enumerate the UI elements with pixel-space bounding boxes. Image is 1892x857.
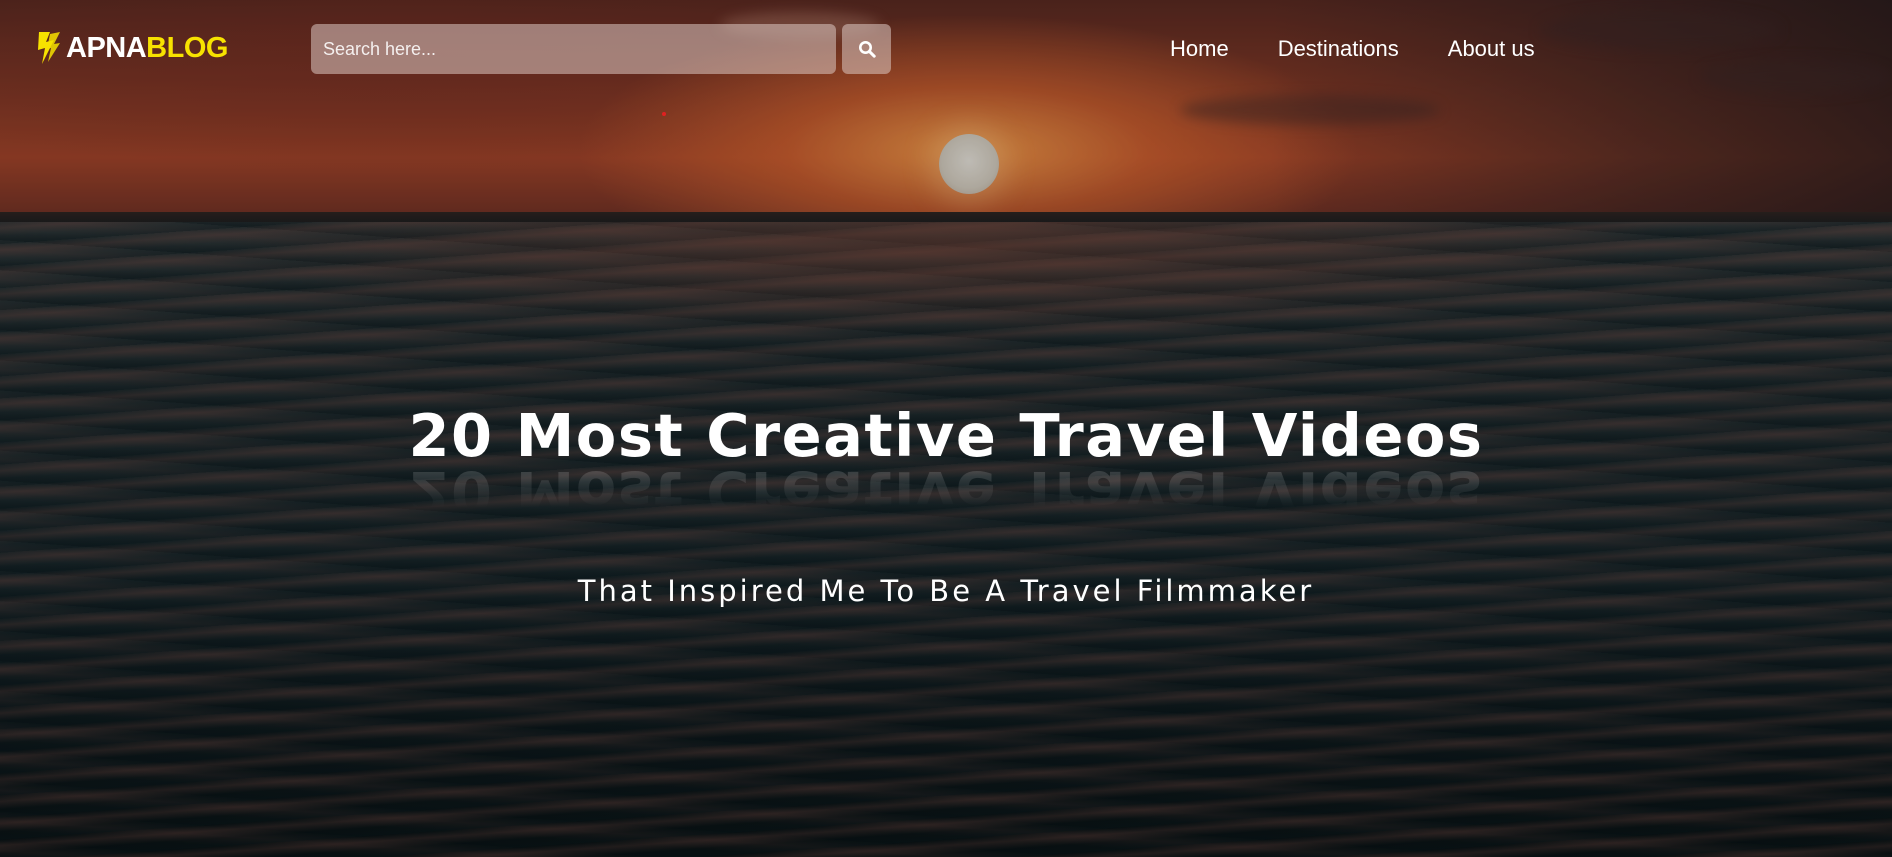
logo-text: APNABLOG <box>66 30 228 66</box>
hero-subtitle: That Inspired Me To Be A Travel Filmmake… <box>577 574 1315 608</box>
cursor-dot <box>662 112 666 116</box>
logo-text-primary: APNA <box>66 32 147 64</box>
lightning-logo-icon <box>38 32 60 64</box>
nav-link-about-us[interactable]: About us <box>1448 34 1535 64</box>
hero-title-reflection: 20 Most Creative Travel Videos <box>408 458 1484 527</box>
search-input[interactable] <box>311 24 836 74</box>
logo-text-accent: BLOG <box>146 32 228 64</box>
nav-link-home[interactable]: Home <box>1170 34 1229 64</box>
nav-link-destinations[interactable]: Destinations <box>1278 34 1399 64</box>
main-nav: Home Destinations About us <box>1170 34 1535 64</box>
search-button[interactable] <box>842 24 891 74</box>
site-logo[interactable]: APNABLOG <box>36 30 228 66</box>
search-icon <box>858 41 876 58</box>
hero-section: APNABLOG Home Destinations About us 20 M… <box>0 0 1892 857</box>
